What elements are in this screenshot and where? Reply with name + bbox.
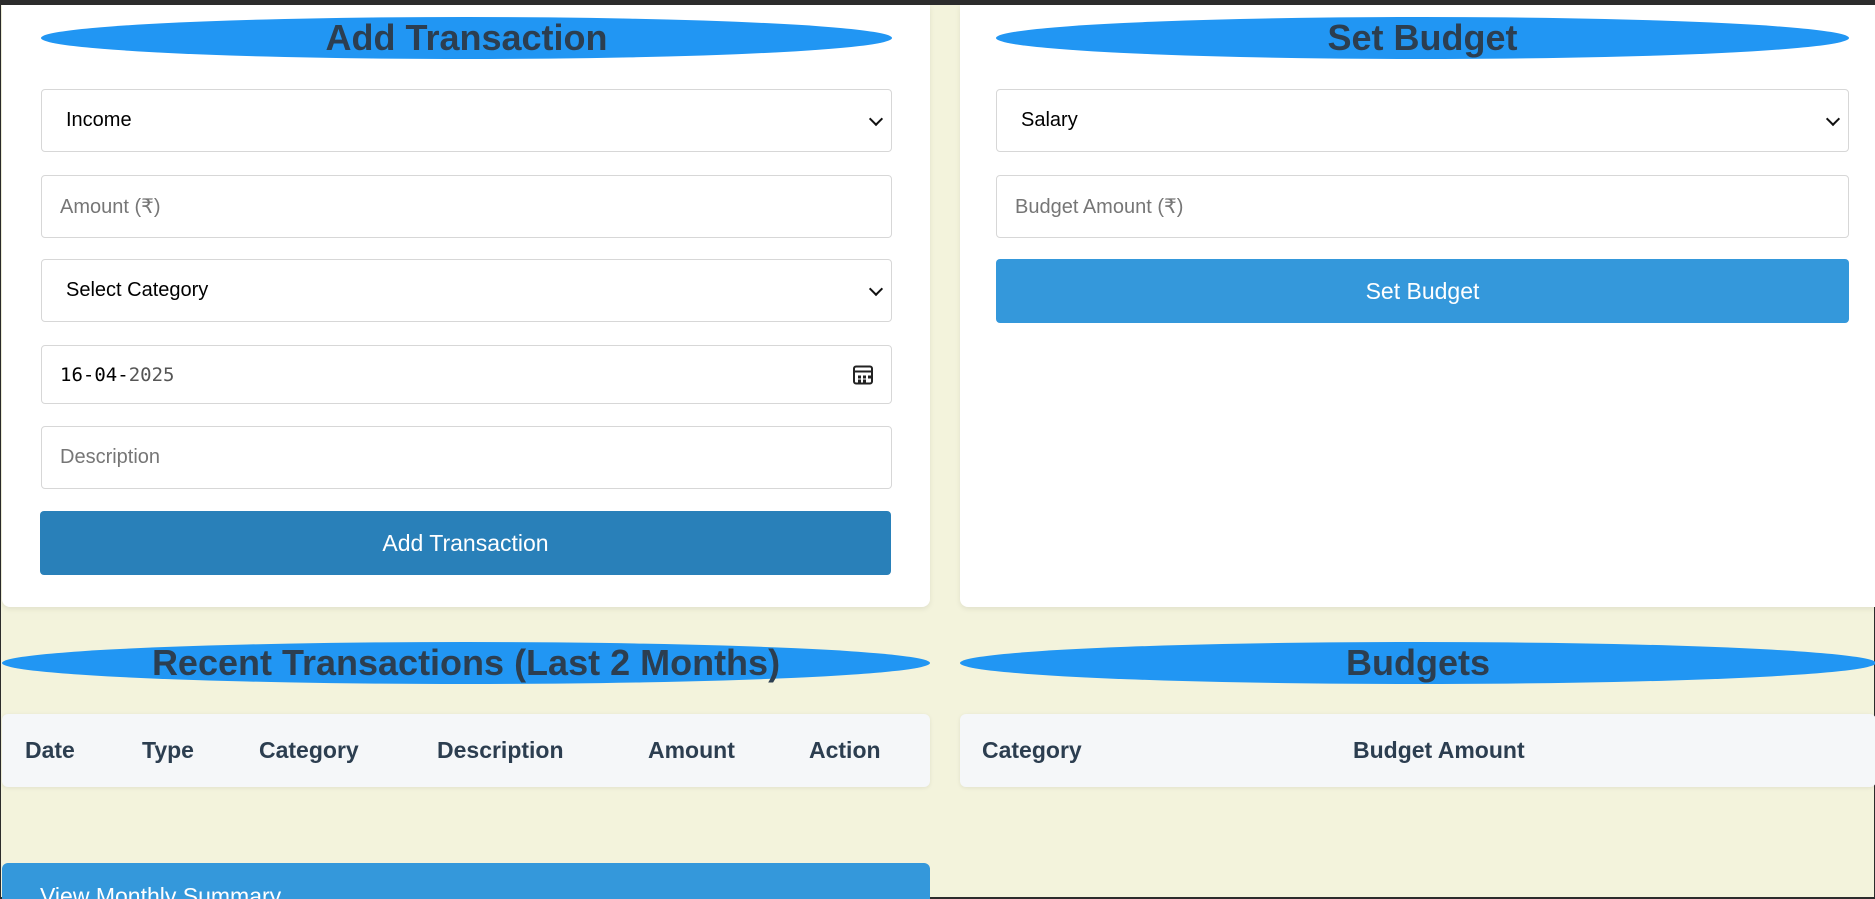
column-category: Category: [982, 737, 1082, 763]
budget-category-select[interactable]: Salary: [996, 89, 1849, 152]
calendar-icon[interactable]: [853, 365, 873, 384]
date-value: 16-04-2025: [60, 363, 175, 386]
column-date: Date: [25, 737, 75, 763]
category-select[interactable]: Select Category: [41, 259, 892, 322]
budgets-table-header: Category Budget Amount: [960, 714, 1875, 787]
budgets-title: Budgets: [960, 642, 1875, 684]
column-description: Description: [437, 737, 564, 763]
chevron-down-icon: [868, 281, 884, 296]
chevron-down-icon: [868, 111, 884, 126]
transaction-type-select[interactable]: Income: [41, 89, 892, 152]
view-monthly-summary-button[interactable]: View Monthly Summary: [2, 863, 930, 899]
column-amount: Amount: [648, 737, 735, 763]
amount-input[interactable]: Amount (₹): [41, 175, 892, 238]
category-value: Select Category: [66, 279, 209, 301]
transactions-table-header: Date Type Category Description Amount Ac…: [2, 714, 930, 787]
budget-amount-placeholder: Budget Amount (₹): [1015, 196, 1184, 218]
chevron-down-icon: [1825, 111, 1841, 126]
budget-category-value: Salary: [1021, 109, 1078, 131]
set-budget-title: Set Budget: [996, 17, 1849, 59]
budget-amount-input[interactable]: Budget Amount (₹): [996, 175, 1849, 238]
add-transaction-title: Add Transaction: [41, 17, 892, 59]
recent-transactions-title: Recent Transactions (Last 2 Months): [2, 642, 930, 684]
add-transaction-button[interactable]: Add Transaction: [40, 511, 891, 575]
amount-placeholder: Amount (₹): [60, 196, 161, 218]
description-input[interactable]: Description: [41, 426, 892, 489]
description-placeholder: Description: [60, 446, 161, 468]
date-input[interactable]: 16-04-2025: [41, 345, 892, 404]
column-action: Action: [809, 737, 881, 763]
set-budget-button[interactable]: Set Budget: [996, 259, 1849, 323]
column-budget-amount: Budget Amount: [1353, 737, 1525, 763]
column-category: Category: [259, 737, 359, 763]
column-type: Type: [142, 737, 194, 763]
transaction-type-value: Income: [66, 109, 132, 131]
